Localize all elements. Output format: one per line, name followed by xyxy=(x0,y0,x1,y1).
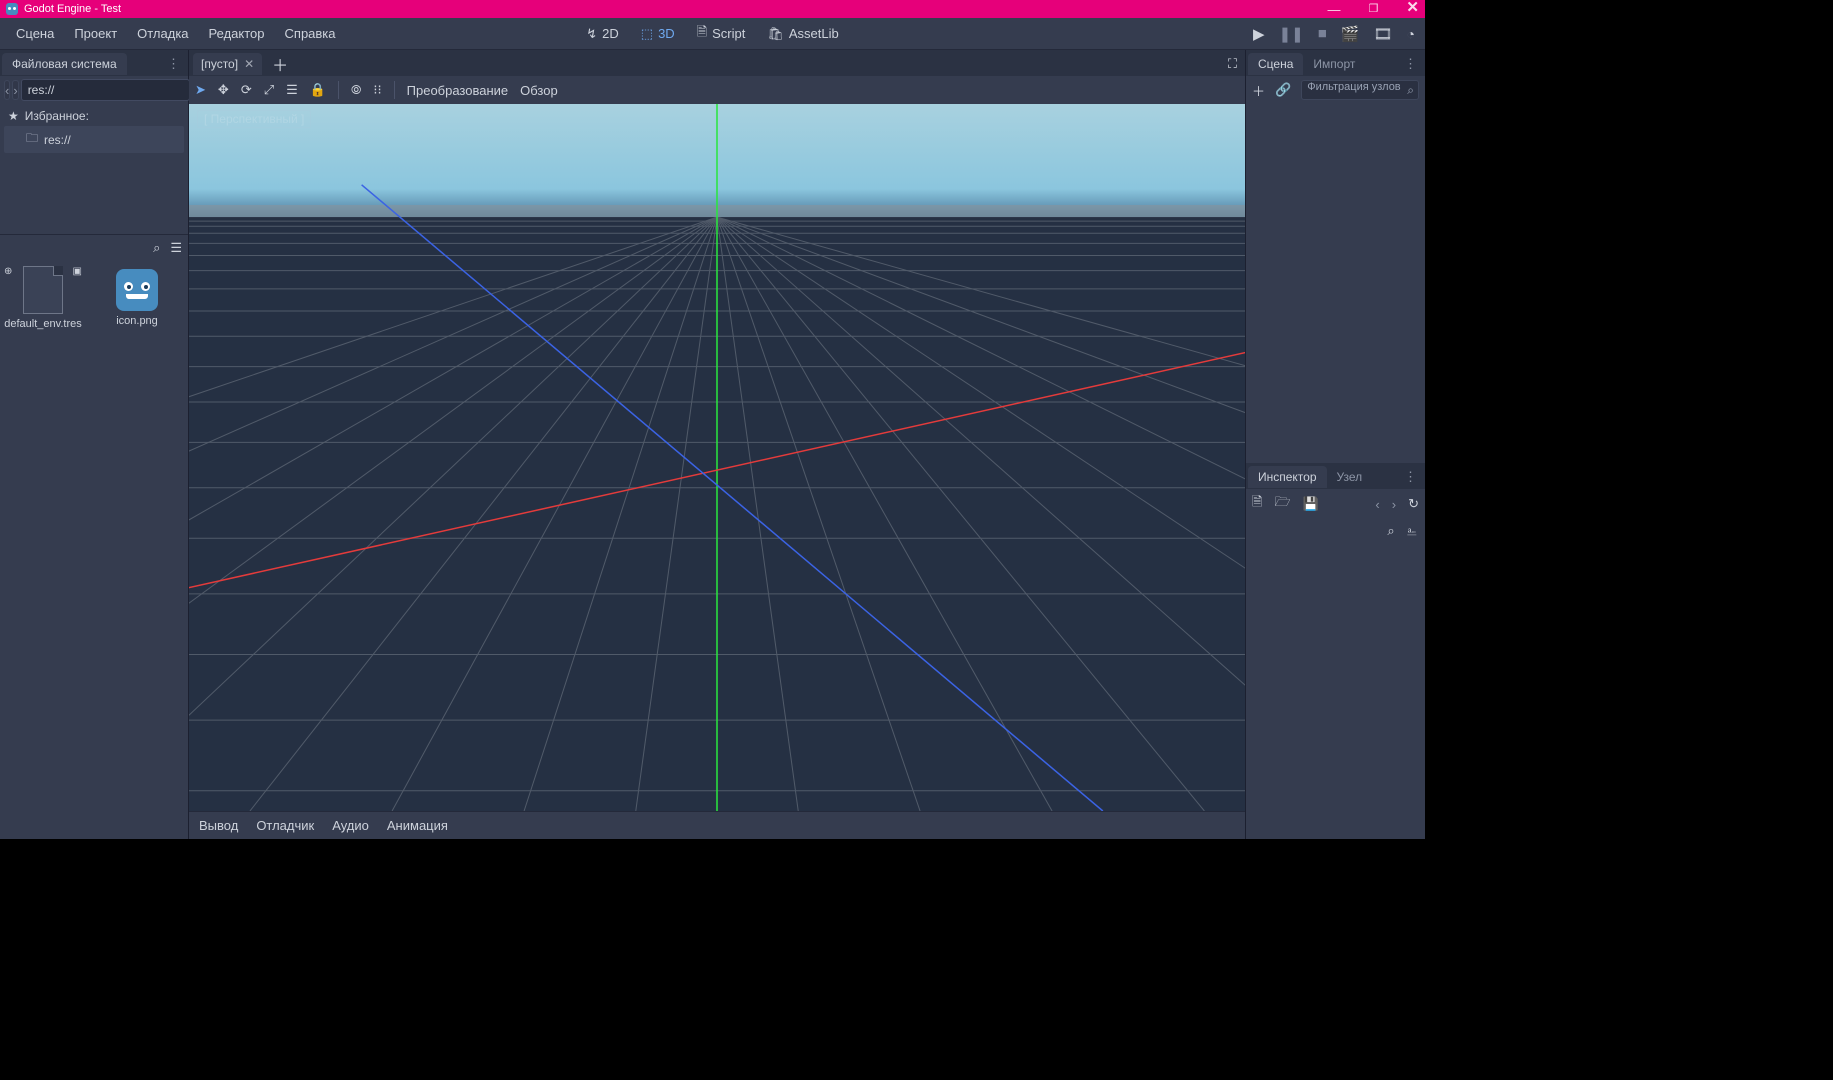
select-tool-icon[interactable]: ➤ xyxy=(195,82,206,98)
scene-dock-menu-icon[interactable]: ⋮ xyxy=(1398,56,1423,72)
inspector-search-icon[interactable]: ⌕ xyxy=(1387,523,1394,539)
scene-tree[interactable] xyxy=(1246,104,1425,455)
stop-icon[interactable]: ■ xyxy=(1318,25,1327,42)
inspector-dock-menu-icon[interactable]: ⋮ xyxy=(1398,469,1423,485)
viewport-toolbar: ➤ ✥ ⟳ ⤢ ☰ 🔒 ⦾ ⁝⁝ Преобразование Обзор xyxy=(189,76,1245,104)
rotate-tool-icon[interactable]: ⟳ xyxy=(241,82,252,98)
inspector-filter-icon[interactable]: ⎁ xyxy=(1407,523,1417,539)
bottom-debugger[interactable]: Отладчик xyxy=(256,818,314,833)
fs-back-icon[interactable]: ‹ xyxy=(4,80,10,100)
tab-import[interactable]: Импорт xyxy=(1303,53,1365,75)
bottom-audio[interactable]: Аудио xyxy=(332,818,369,833)
menu-debug[interactable]: Отладка xyxy=(127,22,198,45)
fs-forward-icon[interactable]: › xyxy=(12,80,18,100)
viewport-3d[interactable]: [ Перспективный ] xyxy=(189,104,1245,811)
pause-icon[interactable]: ❚❚ xyxy=(1279,25,1304,43)
add-scene-tab-icon[interactable]: ＋ xyxy=(266,52,294,76)
bottom-panel-tabs: Вывод Отладчик Аудио Анимация xyxy=(189,811,1245,839)
tab-filesystem[interactable]: Файловая система xyxy=(2,53,127,75)
scene-filter-input[interactable]: Фильтрация узлов xyxy=(1301,80,1419,100)
tab-inspector[interactable]: Инспектор xyxy=(1248,466,1327,488)
search-icon: ⌕ xyxy=(1407,83,1414,98)
instance-scene-icon[interactable]: 🔗 xyxy=(1275,82,1291,98)
bottom-output[interactable]: Вывод xyxy=(199,818,238,833)
maximize-icon[interactable]: ❐ xyxy=(1369,2,1379,17)
play-icon[interactable]: ▶ xyxy=(1253,25,1265,43)
fs-root-row[interactable]: 🗀 res:// xyxy=(4,126,184,153)
perspective-label[interactable]: [ Перспективный ] xyxy=(197,110,311,128)
3d-icon: ⬚ xyxy=(641,26,653,42)
tab-scene-dock[interactable]: Сцена xyxy=(1248,53,1303,75)
move-tool-icon[interactable]: ✥ xyxy=(218,82,229,98)
godot-icon xyxy=(6,3,18,15)
fs-file-grid: ⊕ ▣ default_env.tres icon.png xyxy=(0,260,188,839)
fs-file-default-env[interactable]: ⊕ ▣ default_env.tres xyxy=(2,266,84,331)
render-icon[interactable]: ◔ xyxy=(1407,26,1415,42)
menu-transform[interactable]: Преобразование xyxy=(407,83,509,98)
file-type-badge-icon: ▣ xyxy=(73,266,82,277)
fs-path-field[interactable] xyxy=(21,79,190,101)
menu-view[interactable]: Обзор xyxy=(520,83,558,98)
folder-icon: 🗀 xyxy=(26,129,38,150)
star-icon: ★ xyxy=(8,109,19,123)
close-icon[interactable]: ✕ xyxy=(1406,2,1419,17)
mode-3d[interactable]: ⬚ 3D xyxy=(631,19,685,49)
save-resource-icon[interactable]: 💾 xyxy=(1303,496,1319,512)
play-scene-icon[interactable]: 🎬 xyxy=(1341,25,1360,43)
new-resource-icon[interactable]: 🗎 xyxy=(1252,493,1262,515)
history-prev-icon[interactable]: ‹ xyxy=(1375,497,1379,512)
tab-node[interactable]: Узел xyxy=(1327,466,1373,488)
close-tab-icon[interactable]: ✕ xyxy=(244,57,254,71)
open-resource-icon[interactable]: 🗁 xyxy=(1274,493,1290,515)
menu-help[interactable]: Справка xyxy=(275,22,346,45)
menu-scene[interactable]: Сцена xyxy=(6,22,64,45)
mode-2d[interactable]: ↯ 2D xyxy=(576,19,629,49)
window-title: Godot Engine - Test xyxy=(24,3,121,15)
scene-tab-empty[interactable]: [пусто] ✕ xyxy=(193,53,262,75)
main-menu-bar: Сцена Проект Отладка Редактор Справка ↯ … xyxy=(0,18,1425,50)
history-icon[interactable]: ↻ xyxy=(1408,496,1419,512)
menu-project[interactable]: Проект xyxy=(64,22,127,45)
snap-icon[interactable]: ⁝⁝ xyxy=(373,82,381,98)
distraction-free-icon[interactable]: ⛶ xyxy=(1224,56,1241,72)
lock-icon[interactable]: 🔒 xyxy=(310,82,326,98)
resource-badge-icon: ⊕ xyxy=(4,266,12,277)
assetlib-icon: 🛍 xyxy=(767,26,784,42)
fs-file-icon[interactable]: icon.png xyxy=(96,266,178,331)
add-node-icon[interactable]: ＋ xyxy=(1252,81,1265,100)
mode-assetlib[interactable]: 🛍 AssetLib xyxy=(757,19,848,49)
dock-menu-icon[interactable]: ⋮ xyxy=(161,56,186,72)
script-icon: 🗎 xyxy=(697,23,707,45)
fs-favorites-row[interactable]: ★ Избранное: xyxy=(4,106,184,126)
menu-editor[interactable]: Редактор xyxy=(199,22,275,45)
bottom-animation[interactable]: Анимация xyxy=(387,818,448,833)
2d-icon: ↯ xyxy=(586,26,597,42)
history-next-icon[interactable]: › xyxy=(1392,497,1396,512)
local-space-icon[interactable]: ⦾ xyxy=(351,82,361,98)
minimize-icon[interactable]: — xyxy=(1328,2,1341,17)
fs-search-icon[interactable]: ⌕ xyxy=(153,240,160,256)
play-custom-scene-icon[interactable]: 🎞 xyxy=(1373,25,1392,43)
scale-tool-icon[interactable]: ⤢ xyxy=(264,82,274,98)
caption-bar: Godot Engine - Test — ❐ ✕ xyxy=(0,0,1425,18)
mode-script[interactable]: 🗎 Script xyxy=(687,19,756,49)
list-select-icon[interactable]: ☰ xyxy=(286,82,298,98)
fs-view-toggle-icon[interactable]: ☰ xyxy=(170,240,182,256)
